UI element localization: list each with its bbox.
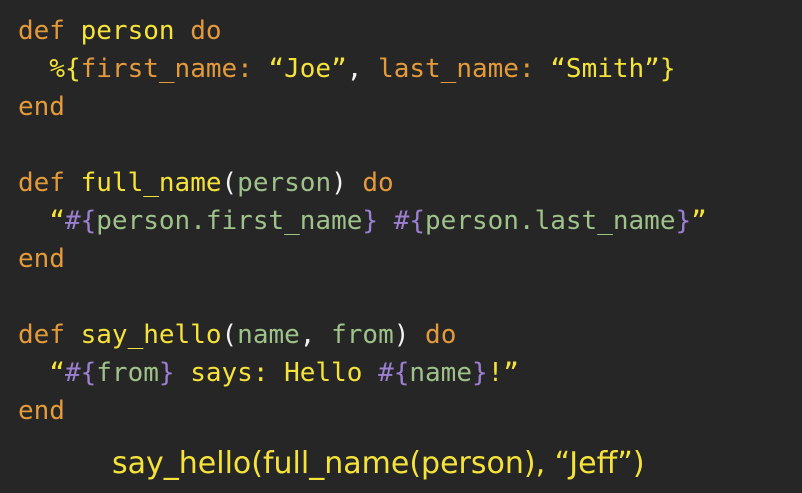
string-text: !” [487,358,519,388]
string-text: says: Hello [174,358,379,388]
comma: , [346,54,379,84]
paren: ( [221,320,238,350]
end-keyword: end [18,92,65,122]
interpolation-close: } [158,358,175,388]
interpolation-open: #{ [64,358,97,388]
paren: ( [251,446,263,481]
end-keyword: end [18,244,65,274]
usage-argument: person [421,446,524,481]
function-name: full_name [80,168,222,198]
comma: , [535,446,555,481]
function-name: person [80,16,175,46]
paren: ) [331,168,347,198]
interpolation-close: } [675,206,692,236]
def-keyword: def [18,320,65,350]
paren: ) [393,320,410,350]
interpolation-open: #{ [378,358,410,388]
string-literal: “Joe” [268,54,347,84]
paren: ( [221,168,238,198]
end-keyword: end [18,396,65,426]
do-keyword: do [362,168,394,198]
code-line-1: def person do [18,12,707,50]
def-keyword: def [18,16,65,46]
code-block: def person do %{first_name: “Joe”, last_… [18,12,707,430]
parameter: person [237,168,332,198]
string-quote: “ [49,206,65,236]
code-line-9: def say_hello(name, from) do [18,316,707,354]
usage-example: say_hello(full_name(person), “Jeff”) [112,445,645,483]
interpolated-expression: person.first_name [96,206,363,236]
interpolation-open: #{ [393,206,426,236]
map-key: last_name: [378,54,535,84]
string-literal: “Smith” [550,54,660,84]
code-slide: def person do %{first_name: “Joe”, last_… [0,0,802,493]
usage-inner-function: full_name [262,446,410,481]
string-quote: “ [49,358,65,388]
interpolation-open: #{ [64,206,97,236]
interpolated-expression: name [409,358,472,388]
do-keyword: do [190,16,222,46]
usage-string: “Jeff” [554,446,633,481]
code-line-6: “#{person.first_name} #{person.last_name… [18,202,707,240]
paren: ( [409,446,422,481]
map-key: first_name: [80,54,253,84]
parameter: from [331,320,394,350]
map-open: %{ [49,54,81,84]
parameter: name [237,320,300,350]
interpolated-expression: from [96,358,159,388]
code-line-10: “#{from} says: Hello #{name}!” [18,354,707,392]
def-keyword: def [18,168,65,198]
interpolation-close: } [362,206,379,236]
code-line-7: end [18,240,707,278]
interpolation-close: } [472,358,488,388]
function-name: say_hello [80,320,222,350]
code-line-11: end [18,392,707,430]
usage-function: say_hello [112,446,252,481]
paren: ) [523,446,536,481]
interpolated-expression: person.last_name [425,206,676,236]
code-line-5: def full_name(person) do [18,164,707,202]
do-keyword: do [425,320,457,350]
comma: , [299,320,332,350]
string-space [378,206,394,236]
string-quote: ” [691,206,707,236]
map-close: } [659,54,676,84]
code-line-2: %{first_name: “Joe”, last_name: “Smith”} [18,50,707,88]
paren: ) [632,446,645,481]
code-line-3: end [18,88,707,126]
